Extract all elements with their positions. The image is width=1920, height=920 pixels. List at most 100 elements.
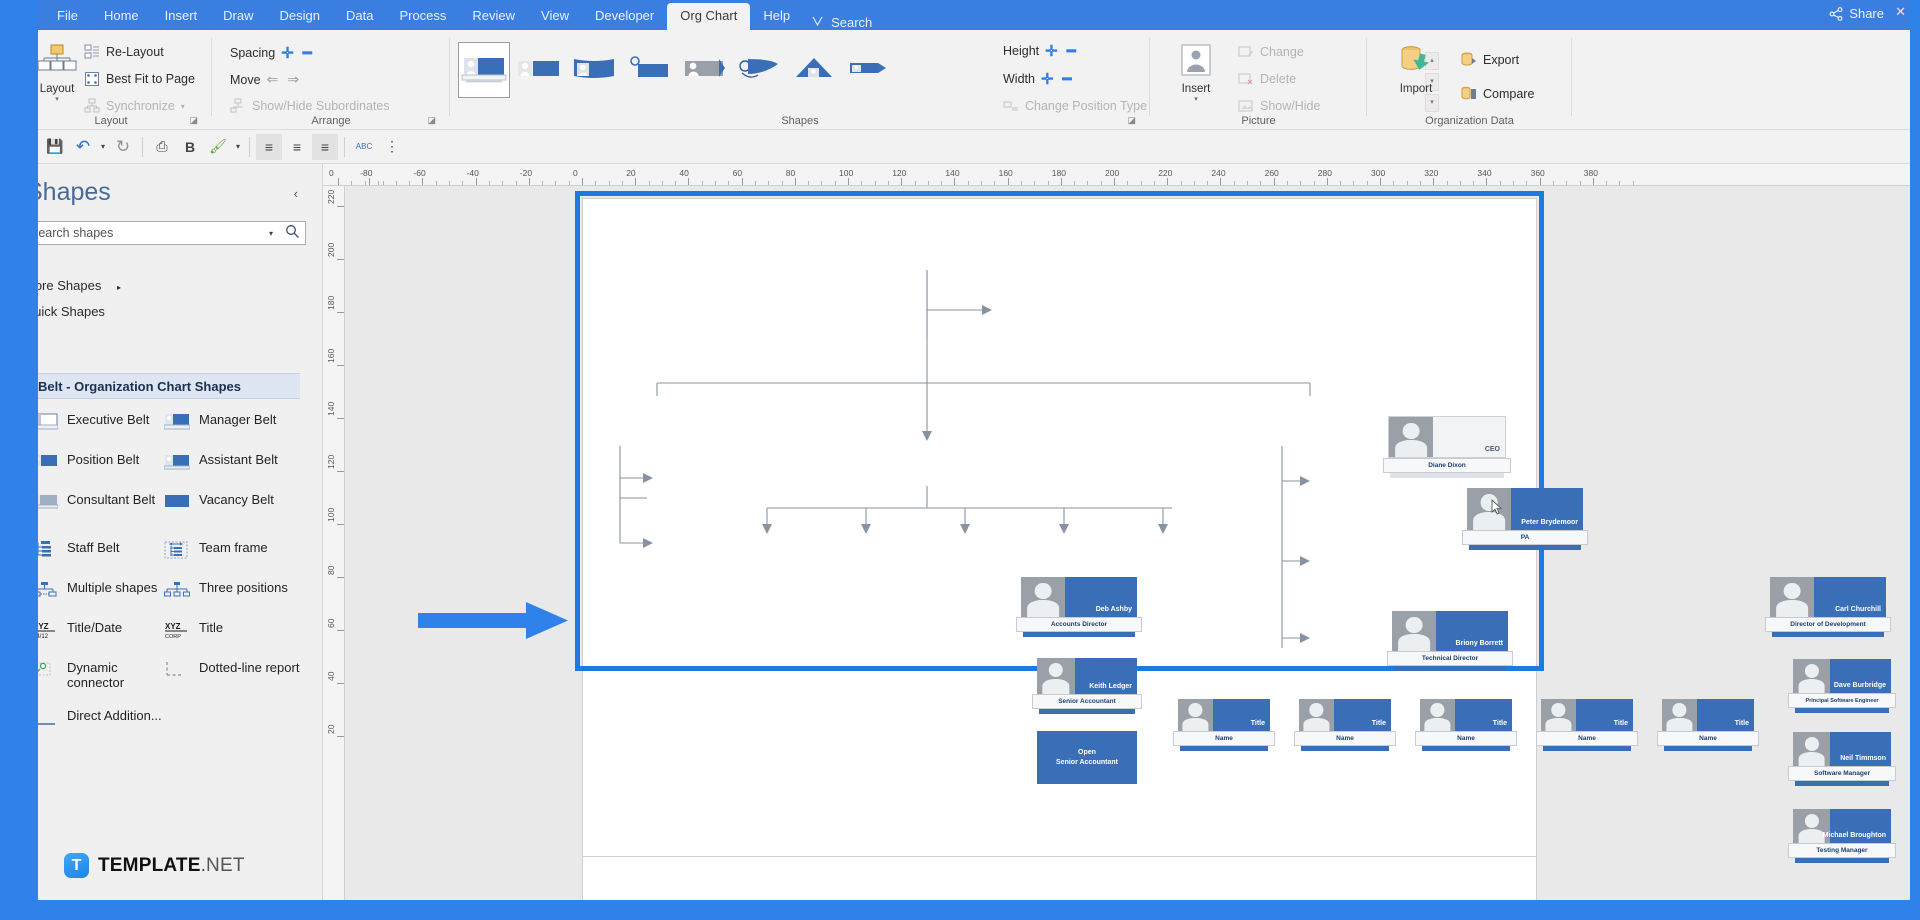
- org-node-software-manager[interactable]: Neil Timmson Software Manager: [1788, 732, 1896, 786]
- height-increase-button[interactable]: ✛: [1045, 42, 1058, 60]
- tab-developer[interactable]: Developer: [582, 3, 667, 30]
- tab-review[interactable]: Review: [459, 3, 528, 30]
- chevron-down-icon[interactable]: ▾: [1164, 95, 1228, 103]
- compare-button[interactable]: Compare: [1461, 86, 1534, 102]
- shape-team-frame[interactable]: [843, 42, 895, 98]
- shape-item-dotted-line-report[interactable]: Dotted-line report: [164, 660, 303, 679]
- search-icon[interactable]: [279, 224, 305, 242]
- fill-color-button[interactable]: 🖌: [205, 134, 231, 160]
- spacing-control[interactable]: Spacing ✛ ━: [230, 44, 312, 62]
- spelling-button[interactable]: ABC: [351, 134, 377, 160]
- shape-item-manager-belt[interactable]: Manager Belt: [163, 412, 303, 431]
- insert-picture-button[interactable]: Insert ▾: [1164, 44, 1228, 103]
- canvas-area[interactable]: CEO Diane Dixon Peter Brydemoor PA Deb A…: [345, 186, 1910, 900]
- shape-item-dynamic-connector[interactable]: Dynamic connector: [38, 660, 171, 690]
- layout-dialog-launcher[interactable]: ◪: [189, 115, 198, 126]
- width-decrease-button[interactable]: ━: [1063, 70, 1072, 88]
- shape-consultant-belt[interactable]: [678, 42, 730, 98]
- org-node-testing-manager[interactable]: Michael Broughton Testing Manager: [1788, 809, 1896, 863]
- align-left-button[interactable]: ≡: [284, 134, 310, 160]
- tab-data[interactable]: Data: [333, 3, 386, 30]
- shape-executive-belt[interactable]: [458, 42, 510, 98]
- shape-item-consultant-belt[interactable]: Consultant Belt: [38, 492, 171, 511]
- import-button[interactable]: Import: [1381, 44, 1451, 95]
- org-node-pa[interactable]: Peter Brydemoor PA: [1462, 488, 1588, 550]
- arrange-dialog-launcher[interactable]: ◪: [427, 115, 436, 126]
- org-node-ceo[interactable]: CEO Diane Dixon: [1383, 416, 1511, 478]
- close-icon[interactable]: ✕: [1895, 4, 1906, 20]
- redo-button[interactable]: ↻: [110, 134, 136, 160]
- shape-staff-belt[interactable]: [788, 42, 840, 98]
- re-layout-button[interactable]: Re-Layout: [84, 44, 164, 60]
- chevron-right-icon[interactable]: ▸: [117, 283, 121, 292]
- best-fit-to-page-button[interactable]: Best Fit to Page: [84, 71, 195, 87]
- org-node-position-4[interactable]: Title Name: [1536, 699, 1638, 751]
- stencil-header[interactable]: Belt - Organization Chart Shapes: [38, 373, 300, 399]
- shape-item-executive-belt[interactable]: Executive Belt: [38, 412, 171, 431]
- chevron-down-icon[interactable]: ▾: [98, 134, 108, 160]
- more-shapes-item[interactable]: More Shapes ▸: [38, 278, 121, 293]
- shape-vacancy-belt[interactable]: [733, 42, 785, 98]
- spacing-increase-button[interactable]: ✛: [281, 44, 294, 62]
- tab-help[interactable]: Help: [750, 3, 803, 30]
- search-shapes-field[interactable]: Search shapes ▾: [38, 221, 306, 245]
- horizontal-ruler[interactable]: 0 -80 -60 -40 -20 0 20 40 60 80 100 120 140 160 180 200…: [323, 164, 1910, 186]
- save-button[interactable]: 💾: [42, 134, 68, 160]
- align-right-button[interactable]: ≡: [312, 133, 338, 160]
- chevron-down-icon[interactable]: ▾: [233, 134, 243, 160]
- drawing-page-next[interactable]: [582, 856, 1537, 900]
- shape-manager-belt[interactable]: [513, 42, 565, 98]
- quick-shapes-item[interactable]: Quick Shapes: [38, 304, 105, 319]
- undo-button[interactable]: ↶: [70, 134, 96, 160]
- org-node-vacancy-senior-accountant[interactable]: Open Senior Accountant: [1037, 731, 1137, 784]
- tab-process[interactable]: Process: [386, 3, 459, 30]
- org-node-position-3[interactable]: Title Name: [1415, 699, 1517, 751]
- shape-item-position-belt[interactable]: Position Belt: [38, 452, 171, 471]
- synchronize-button[interactable]: Synchronize ▾: [84, 98, 185, 114]
- export-button[interactable]: Export: [1461, 52, 1519, 68]
- chevron-down-icon[interactable]: ▾: [38, 95, 90, 103]
- move-control[interactable]: Move ⇐ ⇒: [230, 71, 299, 88]
- org-node-principal-software-engineer[interactable]: Dave Burbridge Principal Software Engine…: [1788, 659, 1896, 713]
- width-control[interactable]: Width ✛ ━: [1003, 70, 1072, 88]
- tab-design[interactable]: Design: [267, 3, 333, 30]
- align-center-button[interactable]: ≡: [256, 133, 282, 160]
- tab-home[interactable]: Home: [91, 3, 152, 30]
- tab-view[interactable]: View: [528, 3, 582, 30]
- tab-search[interactable]: Search: [803, 15, 872, 30]
- shape-item-vacancy-belt[interactable]: Vacancy Belt: [164, 492, 303, 511]
- org-node-position-1[interactable]: Title Name: [1173, 699, 1275, 751]
- change-picture-button[interactable]: Change: [1238, 44, 1304, 60]
- shapes-dialog-launcher[interactable]: ◪: [1127, 115, 1136, 126]
- tab-org-chart[interactable]: Org Chart: [667, 3, 751, 30]
- chevron-down-icon[interactable]: ▾: [269, 229, 279, 238]
- change-position-type-button[interactable]: Change Position Type: [1003, 98, 1147, 114]
- more-commands-button[interactable]: ⋮: [379, 134, 405, 160]
- spacing-decrease-button[interactable]: ━: [303, 44, 312, 62]
- shape-item-staff-belt[interactable]: Staff Belt: [38, 540, 171, 559]
- org-node-accounts-director[interactable]: Deb Ashby Accounts Director: [1016, 577, 1142, 637]
- height-control[interactable]: Height ✛ ━: [1003, 42, 1076, 60]
- delete-picture-button[interactable]: Delete: [1238, 71, 1296, 87]
- shapes-gallery[interactable]: ▴ ▾ ▾: [458, 42, 1439, 112]
- bold-button[interactable]: B: [177, 134, 203, 160]
- move-right-button[interactable]: ⇒: [287, 71, 299, 88]
- shape-item-three-positions[interactable]: Three positions: [164, 580, 303, 599]
- tab-draw[interactable]: Draw: [210, 3, 266, 30]
- vertical-ruler[interactable]: 220 200 180 160 140 120 100 80 60 40 20: [323, 186, 345, 900]
- move-left-button[interactable]: ⇐: [267, 71, 279, 88]
- shape-item-assistant-belt[interactable]: Assistant Belt: [163, 452, 303, 471]
- layout-button[interactable]: Layout ▾: [38, 44, 90, 103]
- shape-item-multiple-shapes[interactable]: Multiple shapes: [38, 580, 171, 599]
- show-hide-picture-button[interactable]: Show/Hide: [1238, 98, 1320, 114]
- shape-item-direct-addition[interactable]: Direct Addition...: [38, 708, 171, 727]
- shape-item-team-frame[interactable]: Team frame: [164, 540, 303, 559]
- org-node-director-of-development[interactable]: Carl Churchill Director of Development: [1765, 577, 1891, 637]
- org-node-senior-accountant[interactable]: Keith Ledger Senior Accountant: [1032, 658, 1142, 714]
- chevron-down-icon[interactable]: ▾: [181, 102, 185, 111]
- shape-position-belt[interactable]: [568, 42, 620, 98]
- width-increase-button[interactable]: ✛: [1041, 70, 1054, 88]
- org-node-position-5[interactable]: Title Name: [1657, 699, 1759, 751]
- org-node-technical-director[interactable]: Briony Borrett Technical Director: [1387, 611, 1513, 671]
- height-decrease-button[interactable]: ━: [1067, 42, 1076, 60]
